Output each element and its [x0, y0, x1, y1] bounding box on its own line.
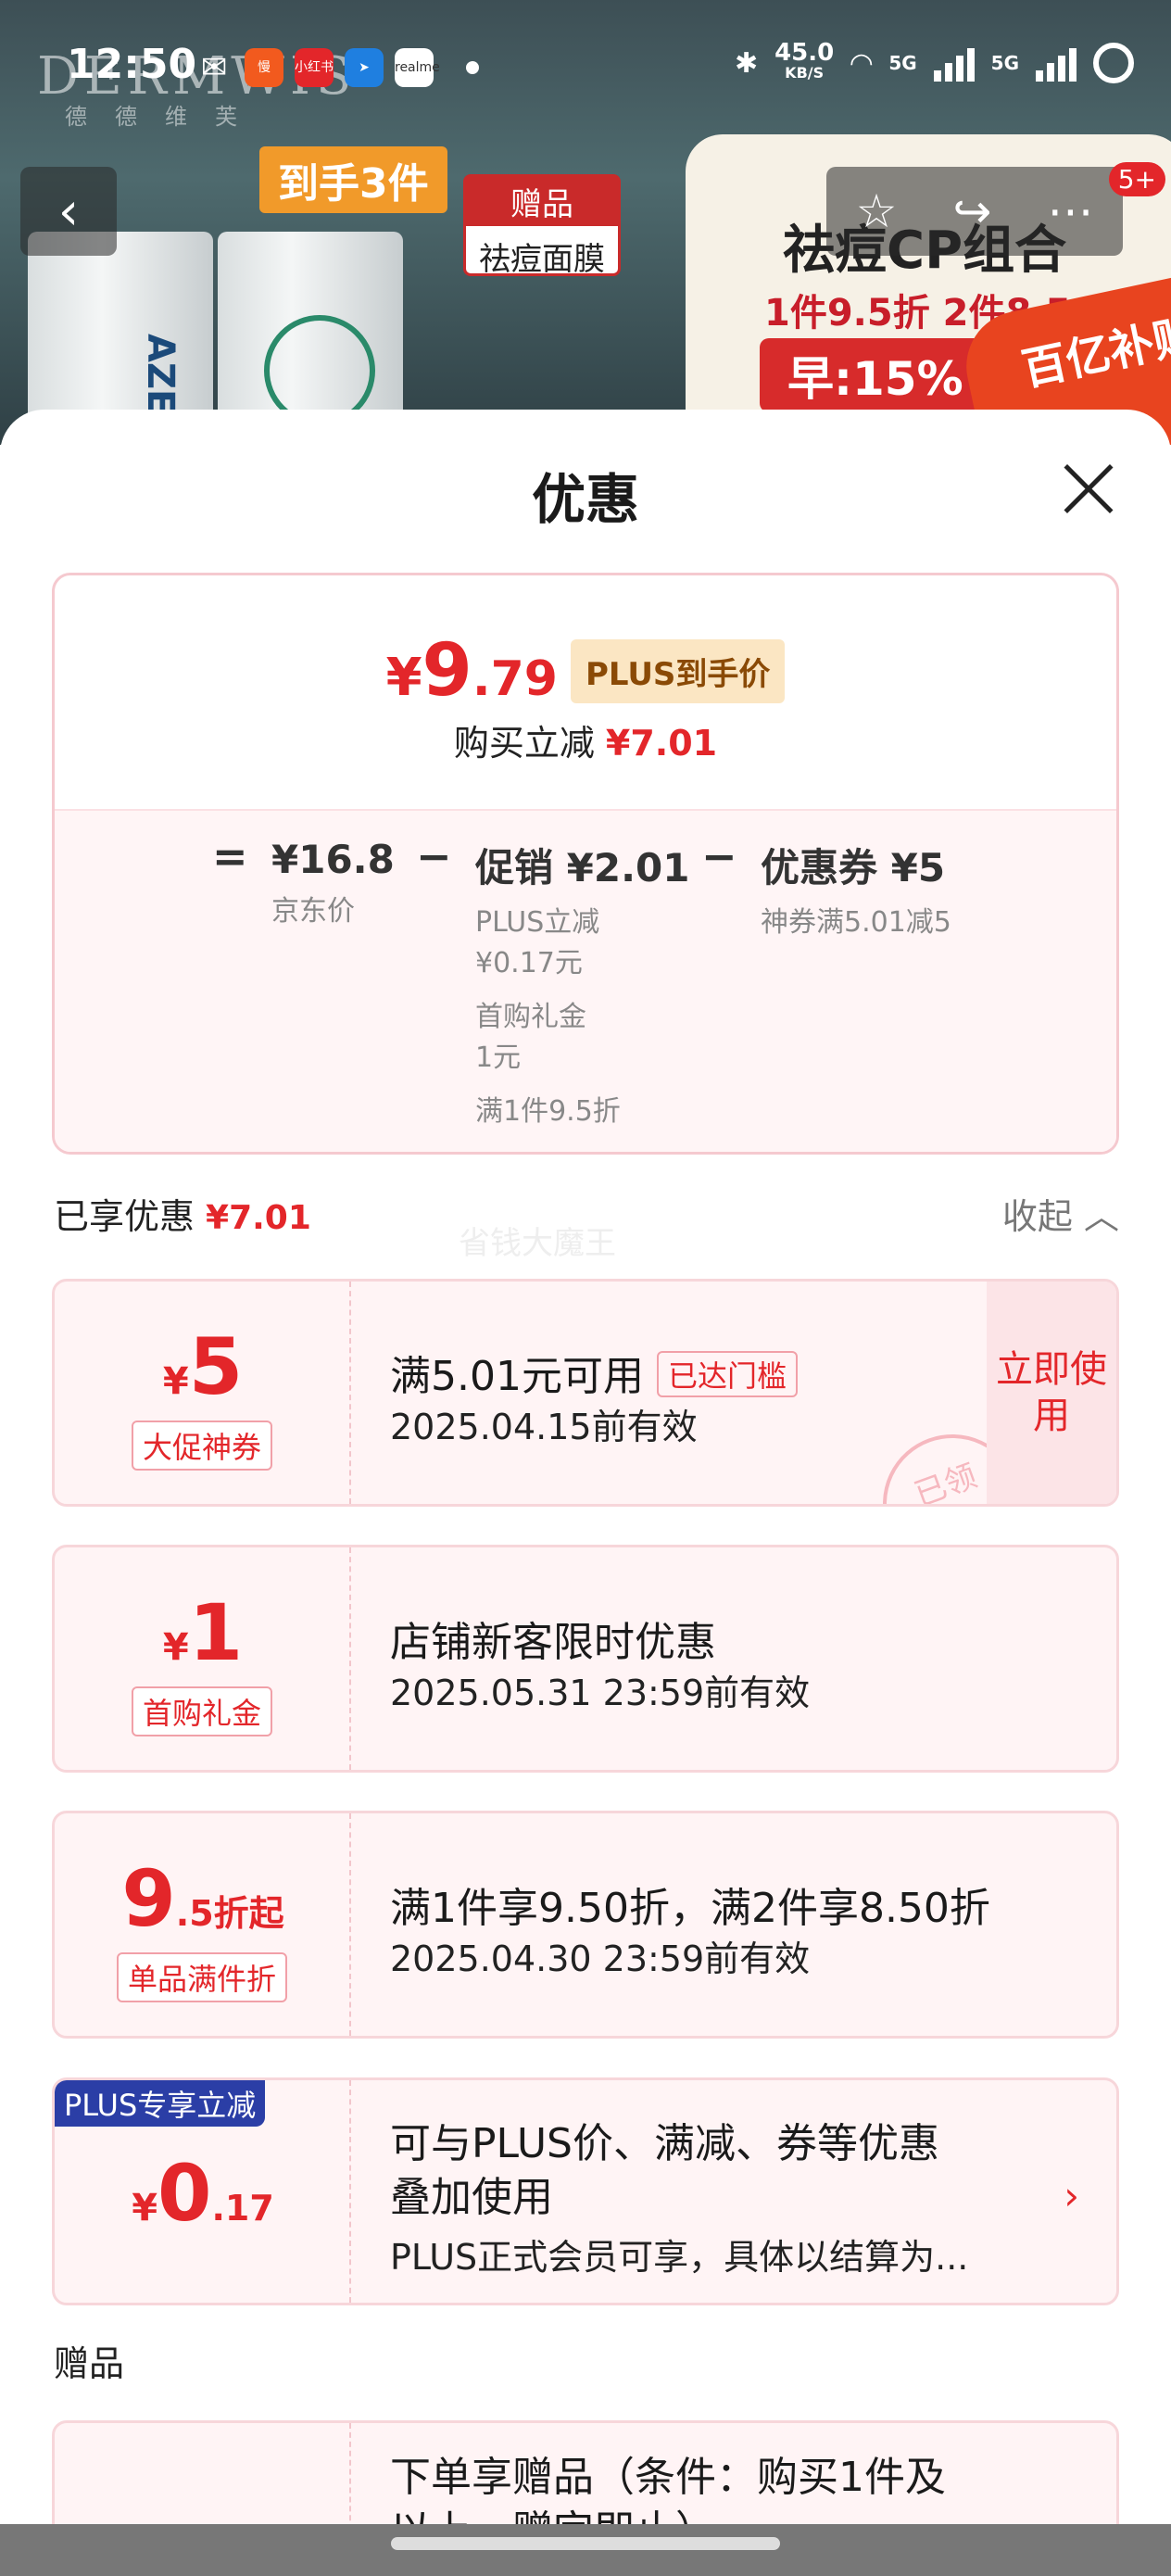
price-breakdown: = ¥16.8 京东价 − 促销 ¥2.01 PLUS立减 ¥0.17元 首购礼金… [55, 809, 1116, 1152]
gift-section-heading: 赠品 [54, 2343, 125, 2384]
coupon-expiry: 2025.04.30 23:59前有效 [390, 1938, 811, 1979]
xiaohongshu-icon: 小红书 [295, 48, 334, 87]
signal-5g-label: 5G [888, 52, 917, 74]
signal-icon [1036, 44, 1077, 82]
net-speed: 45.0 KB/S [774, 39, 835, 82]
plus-price-tag: PLUS到手价 [570, 638, 786, 703]
tube-label: AZE [139, 334, 182, 415]
coupon-type-tag: 首购礼金 [131, 1686, 273, 1736]
close-icon[interactable] [1056, 456, 1121, 521]
instant-reduction: 购买立减 ¥7.01 [453, 723, 718, 764]
chevron-left-icon: ‹ [57, 181, 80, 242]
brand-subtitle: 德德维芙 [65, 104, 265, 130]
promo-col: 促销 ¥2.01 PLUS立减 ¥0.17元 首购礼金 1元 满1件9.5折 [475, 837, 689, 1132]
quantity-tag: 到手3件 [259, 146, 447, 213]
promo-value: 促销 ¥2.01 [475, 845, 690, 890]
price-summary-card: ¥9.79 PLUS到手价 购买立减 ¥7.01 = ¥16.8 京东价 − 促销 … [52, 573, 1119, 1155]
coupon-title: 满1件享9.50折，满2件享8.50折 [390, 1885, 990, 1932]
message-count-badge: 5+ [1108, 162, 1165, 196]
final-price: ¥9.79 [385, 629, 558, 713]
signal-icon [933, 44, 975, 82]
navigation-app-icon: ➤ [345, 48, 384, 87]
coupon-card[interactable]: 9.5折起 单品满件折 满1件享9.50折，满2件享8.50折 2025.04.… [52, 1811, 1119, 2039]
collapse-button[interactable]: 收起 ︿ [1002, 1188, 1119, 1239]
minus-sign: − [416, 831, 452, 881]
more-notifications-dot [466, 61, 479, 74]
coupon-amount-panel: ¥1 首购礼金 [55, 1547, 351, 1770]
coupon-detail: 神券满5.01减5 [761, 906, 951, 939]
favorite-icon[interactable]: ☆ [856, 184, 898, 238]
coupon-card[interactable]: ¥1 首购礼金 店铺新客限时优惠 2025.05.31 23:59前有效 [52, 1545, 1119, 1773]
coupon-expiry: 2025.05.31 23:59前有效 [390, 1673, 811, 1713]
status-bar: 12:50 ✉ 慢 小红书 ➤ realme ✱ 45.0 KB/S ◠ 5G 5… [0, 37, 1171, 102]
top-actions: ☆ ↪ ⋯ [826, 167, 1123, 256]
gift-badge: 赠品 祛痘面膜 [463, 174, 621, 278]
back-button[interactable]: ‹ [20, 167, 117, 256]
coupon-amount: ¥0.17 [132, 2148, 274, 2239]
wechat-icon: ✉ [200, 49, 228, 86]
share-icon[interactable]: ↪ [952, 184, 991, 238]
clock: 12:50 [67, 41, 197, 88]
threshold-reached-badge: 已达门槛 [656, 1351, 798, 1397]
coupon-amount-panel: ¥5 大促神券 [55, 1282, 351, 1504]
enjoyed-discount-heading: 已享优惠 ¥7.01 [54, 1196, 311, 1237]
coupon-col: 优惠券 ¥5 神券满5.01减5 [761, 837, 951, 943]
plus-discount-card[interactable]: ¥0.17 PLUS专享立减 可与PLUS价、满减、券等优惠 叠加使用 PLUS正… [52, 2077, 1119, 2305]
promo-detail: 首购礼金 1元 [475, 1001, 586, 1074]
coupon-title: 可与PLUS价、满减、券等优惠 叠加使用 [390, 2120, 939, 2221]
system-nav-bar [0, 2524, 1171, 2576]
jd-price-col: ¥16.8 京东价 [271, 837, 395, 932]
status-right: ✱ 45.0 KB/S ◠ 5G 5G [734, 39, 1134, 83]
coupon-title: 店铺新客限时优惠 [390, 1619, 716, 1666]
wifi-icon: ◠ [850, 46, 873, 80]
coupon-value: 优惠券 ¥5 [761, 845, 946, 890]
realme-icon: realme [395, 48, 440, 87]
promo-detail: 满1件9.5折 [475, 1095, 621, 1128]
coupon-card[interactable]: ¥5 大促神券 满5.01元可用 已达门槛 2025.04.15前有效 已领 立即… [52, 1279, 1119, 1507]
jd-price-label: 京东价 [271, 895, 355, 928]
promo-detail: PLUS立减 ¥0.17元 [475, 906, 600, 979]
subsidy-label: 百亿补贴 [1017, 309, 1171, 397]
equals-sign: = [212, 831, 248, 881]
coupon-amount: ¥5 [162, 1321, 244, 1412]
plus-exclusive-tag: PLUS专享立减 [55, 2080, 266, 2127]
coupon-type-tag: 单品满件折 [116, 1952, 288, 2002]
coupon-amount-panel: 9.5折起 单品满件折 [55, 1813, 351, 2036]
minus-sign: − [701, 831, 737, 881]
coupon-expiry: 2025.04.15前有效 [390, 1407, 698, 1447]
coupon-amount: 9.5折起 [121, 1853, 284, 1944]
bluetooth-icon: ✱ [734, 46, 759, 80]
coupon-amount: ¥1 [162, 1587, 244, 1678]
combo-early: 早:15% [760, 338, 991, 412]
use-now-button[interactable]: 立即使用 [987, 1282, 1116, 1504]
jd-price: ¥16.8 [271, 837, 395, 882]
final-price-line: ¥9.79 PLUS到手价 [55, 629, 1116, 713]
coupon-title: 满5.01元可用 已达门槛 [390, 1343, 798, 1402]
home-indicator[interactable] [391, 2537, 780, 2550]
battery-icon [1093, 43, 1134, 83]
watermark: 省钱大魔王 [459, 1225, 616, 1262]
gift-name: 祛痘面膜 [479, 241, 605, 278]
discount-sheet: 优惠 ¥9.79 PLUS到手价 购买立减 ¥7.01 = ¥16.8 京东价 − … [0, 410, 1171, 2576]
coupon-desc: PLUS正式会员可享，具体以结算为... [390, 2237, 969, 2278]
coupon-type-tag: 大促神券 [131, 1421, 273, 1471]
more-icon[interactable]: ⋯ [1047, 184, 1093, 238]
chevron-up-icon: ︿ [1083, 1196, 1119, 1237]
signal-5g-label: 5G [990, 52, 1019, 74]
chevron-right-icon[interactable]: › [1064, 2173, 1079, 2218]
notification-icons: ✉ 慢 小红书 ➤ realme [195, 48, 440, 87]
sheet-title: 优惠 [531, 468, 639, 531]
gift-label: 赠品 [466, 177, 618, 226]
app-slow-icon: 慢 [245, 48, 283, 87]
